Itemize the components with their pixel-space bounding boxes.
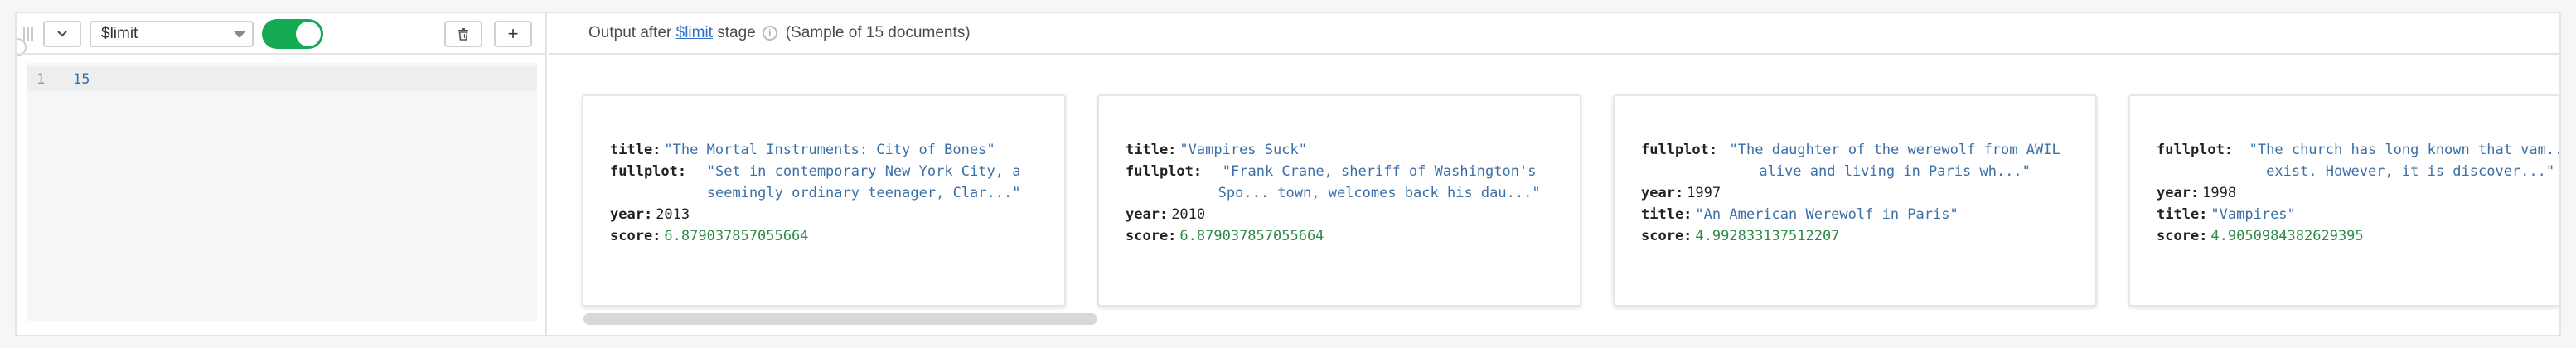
add-stage-button[interactable]: + (494, 21, 532, 47)
active-line-highlight (27, 66, 537, 91)
document-field: fullplot: "Frank Crane, sheriff of Washin… (1126, 161, 1580, 204)
document-field: year: 1997 (1641, 182, 2095, 204)
line-number: 1 (36, 71, 46, 88)
stage-toolbar: $limit + (17, 13, 545, 55)
field-value: "Frank Crane, sheriff of Washington's Sp… (1218, 163, 1541, 201)
field-key: score: (1641, 228, 1692, 244)
field-key: score: (1126, 228, 1177, 244)
field-key: fullplot: (1126, 163, 1203, 180)
field-value: "The church has long known that vam... e… (2249, 142, 2561, 180)
field-key: score: (2157, 228, 2208, 244)
plus-icon: + (507, 23, 519, 44)
sample-count-text: (Sample of 15 documents) (785, 24, 971, 41)
stage-code-editor[interactable]: 1 15 (27, 63, 537, 321)
documents-preview[interactable]: title: "The Mortal Instruments: City of B… (549, 56, 2561, 321)
stage-operator-value: $limit (101, 25, 138, 42)
field-value: "The Mortal Instruments: City of Bones" (664, 142, 995, 158)
document-card[interactable]: fullplot: "The church has long known that… (2128, 94, 2561, 307)
horizontal-scrollbar[interactable] (583, 313, 1097, 325)
field-value: 4.9050984382629395 (2210, 228, 2364, 244)
field-key: fullplot: (610, 163, 687, 180)
document-field: title: "Vampires Suck" (1126, 139, 1580, 161)
document-field: year: 1998 (2157, 182, 2559, 204)
field-key: fullplot: (2157, 142, 2234, 158)
code-line[interactable]: 15 (73, 71, 90, 88)
stage-enabled-toggle[interactable] (262, 19, 323, 49)
document-field: title: "Vampires" (2157, 204, 2559, 225)
field-value: "Set in contemporary New York City, a se… (706, 163, 1021, 201)
field-value: "An American Werewolf in Paris" (1695, 206, 1959, 223)
document-field: year: 2010 (1126, 204, 1580, 225)
field-value: "Vampires" (2210, 206, 2296, 223)
field-key: title: (610, 142, 661, 158)
field-key: title: (2157, 206, 2208, 223)
field-key: title: (1126, 142, 1177, 158)
document-field: score: 4.992833137512207 (1641, 225, 2095, 247)
field-value: 6.879037857055664 (664, 228, 809, 244)
field-key: score: (610, 228, 661, 244)
delete-stage-button[interactable] (444, 21, 482, 47)
document-card[interactable]: title: "The Mortal Instruments: City of B… (582, 94, 1066, 307)
field-value: "The daughter of the werewolf from AWIL … (1729, 142, 2060, 180)
stage-output-panel: Output after $limit stage i (Sample of 15 … (549, 13, 2559, 335)
document-field: fullplot: "The church has long known that… (2157, 139, 2561, 182)
collapse-stage-button[interactable] (43, 21, 81, 47)
field-key: year: (1126, 206, 1169, 223)
field-value: 2010 (1171, 206, 1206, 223)
field-value: 1997 (1687, 185, 1721, 201)
field-key: fullplot: (1641, 142, 1718, 158)
document-card[interactable]: title: "Vampires Suck" fullplot: "Frank Cra… (1097, 94, 1581, 307)
chevron-down-icon (57, 31, 67, 37)
document-field: fullplot: "Set in contemporary New York C… (610, 161, 1064, 204)
toggle-knob (296, 22, 321, 46)
output-suffix: stage (712, 24, 756, 41)
document-field: fullplot: "The daughter of the werewolf f… (1641, 139, 2095, 182)
field-key: year: (1641, 185, 1684, 201)
aggregation-stage-card: $limit + 1 15 Output after $limit stage … (15, 12, 2561, 336)
field-value: 2013 (656, 206, 690, 223)
stage-docs-link[interactable]: $limit (676, 24, 713, 42)
chevron-down-icon (234, 31, 245, 38)
document-field: title: "The Mortal Instruments: City of B… (610, 139, 1064, 161)
field-value: 4.992833137512207 (1695, 228, 1840, 244)
info-icon[interactable]: i (762, 26, 777, 41)
field-key: title: (1641, 206, 1692, 223)
trash-icon (458, 28, 468, 41)
field-value: "Vampires Suck" (1179, 142, 1307, 158)
document-field: year: 2013 (610, 204, 1064, 225)
output-header: Output after $limit stage i (Sample of 15 … (549, 13, 2559, 55)
stage-editor-panel: $limit + 1 15 (17, 13, 547, 335)
field-key: year: (2157, 185, 2200, 201)
document-field: title: "An American Werewolf in Paris" (1641, 204, 2095, 225)
document-field: score: 4.9050984382629395 (2157, 225, 2559, 247)
field-value: 1998 (2202, 185, 2237, 201)
document-field: score: 6.879037857055664 (1126, 225, 1580, 247)
output-prefix: Output after (588, 24, 676, 41)
stage-operator-select[interactable]: $limit (90, 21, 254, 47)
document-field: score: 6.879037857055664 (610, 225, 1064, 247)
drag-handle-icon[interactable] (23, 27, 36, 41)
field-value: 6.879037857055664 (1179, 228, 1324, 244)
document-card[interactable]: fullplot: "The daughter of the werewolf f… (1613, 94, 2097, 307)
field-key: year: (610, 206, 653, 223)
